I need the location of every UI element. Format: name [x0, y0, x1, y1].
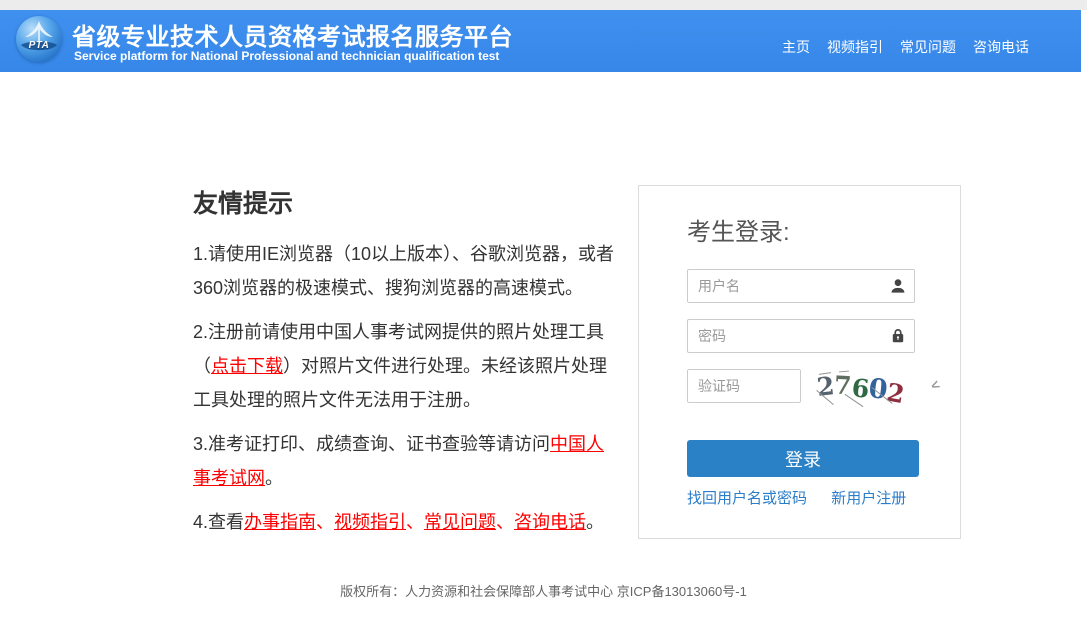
hotline-link[interactable]: 咨询电话	[514, 512, 586, 532]
logo-emblem-icon	[16, 16, 62, 62]
captcha-row: 27602 <	[687, 369, 967, 403]
nav-video-guide[interactable]: 视频指引	[827, 37, 883, 57]
tip-cpta-site: 3.准考证打印、成绩查询、证书查验等请访问中国人事考试网。	[193, 427, 621, 495]
captcha-input[interactable]	[687, 369, 801, 403]
login-button[interactable]: 登录	[687, 440, 919, 477]
tip-browser-text: 1.请使用IE浏览器（10以上版本）、谷歌浏览器，或者360浏览器的极速模式、搜…	[193, 244, 614, 298]
login-heading: 考生登录:	[687, 212, 960, 247]
friendly-tips-section: 友情提示 1.请使用IE浏览器（10以上版本）、谷歌浏览器，或者360浏览器的极…	[193, 184, 621, 549]
top-strip	[0, 0, 1087, 10]
tip-browser: 1.请使用IE浏览器（10以上版本）、谷歌浏览器，或者360浏览器的极速模式、搜…	[193, 237, 621, 305]
username-input[interactable]	[687, 269, 915, 303]
footer: 版权所有：人力资源和社会保障部人事考试中心 京ICP备13013060号-1	[0, 581, 1087, 600]
tip-guides: 4.查看办事指南、视频指引、常见问题、咨询电话。	[193, 505, 621, 539]
top-nav: 主页 视频指引 常见问题 咨询电话	[782, 37, 1029, 57]
username-row	[687, 269, 915, 303]
separator: 、	[496, 512, 514, 532]
page-subtitle: Service platform for National Profession…	[74, 49, 499, 63]
platform-logo-icon: PTA	[16, 16, 62, 62]
logo-text: PTA	[16, 40, 62, 51]
page-title: 省级专业技术人员资格考试报名服务平台	[72, 17, 513, 52]
login-panel-links: 找回用户名或密码 新用户注册	[687, 487, 960, 508]
tip-cpta-prefix: 3.准考证打印、成绩查询、证书查验等请访问	[193, 434, 550, 454]
password-input[interactable]	[687, 319, 915, 353]
nav-home[interactable]: 主页	[782, 37, 810, 57]
password-row	[687, 319, 915, 353]
tip-guides-suffix: 。	[586, 512, 604, 532]
user-icon	[890, 278, 906, 294]
tip-guides-prefix: 4.查看	[193, 512, 244, 532]
captcha-noise-mark: <	[928, 376, 942, 394]
login-panel: 考生登录: 27602 < 登录 找回用户名或密码 新用户注册	[638, 185, 961, 539]
nav-hotline[interactable]: 咨询电话	[973, 37, 1029, 57]
forgot-credentials-link[interactable]: 找回用户名或密码	[687, 490, 807, 507]
separator: 、	[406, 512, 424, 532]
lock-icon	[890, 328, 906, 344]
tip-cpta-suffix: 。	[265, 468, 283, 488]
separator: 、	[316, 512, 334, 532]
nav-faq[interactable]: 常见问题	[900, 37, 956, 57]
captcha-image[interactable]: 27602 <	[817, 369, 923, 405]
download-photo-tool-link[interactable]: 点击下载	[211, 356, 283, 376]
video-guide-link[interactable]: 视频指引	[334, 512, 406, 532]
faq-link[interactable]: 常见问题	[424, 512, 496, 532]
tip-photo-tool: 2.注册前请使用中国人事考试网提供的照片处理工具（点击下载）对照片文件进行处理。…	[193, 315, 621, 417]
tips-heading: 友情提示	[193, 184, 621, 220]
header: PTA 省级专业技术人员资格考试报名服务平台 Service platform …	[0, 10, 1081, 72]
register-link[interactable]: 新用户注册	[831, 490, 906, 507]
service-guide-link[interactable]: 办事指南	[244, 512, 316, 532]
copyright-text: 版权所有：人力资源和社会保障部人事考试中心 京ICP备13013060号-1	[340, 584, 747, 599]
